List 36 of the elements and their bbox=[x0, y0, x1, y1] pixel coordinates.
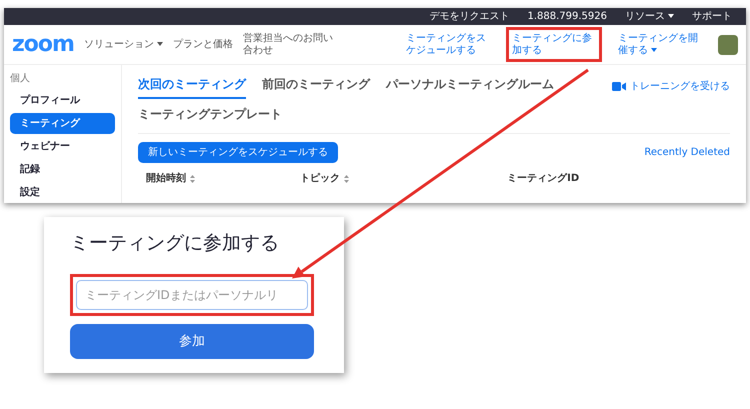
sidebar-item[interactable]: 記録 bbox=[10, 159, 115, 180]
meeting-id-input[interactable]: ミーティングIDまたはパーソナルリ bbox=[76, 280, 308, 310]
top-bar-link[interactable]: デモをリクエスト bbox=[429, 9, 510, 24]
avatar-placeholder[interactable] bbox=[718, 34, 738, 54]
tab[interactable]: 前回のミーティング bbox=[262, 71, 370, 99]
nav-link[interactable]: ミーティングに参加する bbox=[506, 27, 602, 62]
sidebar-item[interactable]: ミーティング bbox=[10, 113, 115, 134]
sidebar-item[interactable]: プロフィール bbox=[10, 90, 115, 111]
sort-icon[interactable] bbox=[344, 174, 349, 182]
top-bar-link[interactable]: リソース bbox=[625, 9, 674, 24]
caret-icon bbox=[668, 14, 674, 18]
join-meeting-title: ミーティングに参加する bbox=[70, 231, 280, 256]
nav-link[interactable]: プランと価格 bbox=[172, 38, 233, 50]
nav-link[interactable]: ミーティングをスケジュールする bbox=[400, 27, 496, 62]
tab[interactable]: ミーティングテンプレート bbox=[138, 101, 282, 129]
schedule-meeting-button[interactable]: 新しいミーティングをスケジュールする bbox=[138, 142, 338, 163]
video-camera-icon bbox=[612, 82, 626, 91]
recently-deleted-link[interactable]: Recently Deleted bbox=[644, 145, 730, 160]
sidebar-section-label: 個人 bbox=[10, 72, 31, 86]
join-button[interactable]: 参加 bbox=[70, 324, 314, 359]
top-bar-link[interactable]: サポート bbox=[692, 9, 732, 24]
caret-icon bbox=[651, 48, 657, 52]
training-link[interactable]: トレーニングを受ける bbox=[612, 79, 730, 94]
nav-link[interactable]: ミーティングを開催する bbox=[612, 27, 708, 62]
sort-icon[interactable] bbox=[190, 174, 195, 182]
nav-link[interactable]: ソリューション bbox=[84, 38, 163, 50]
column-header: ミーティングID bbox=[506, 172, 580, 186]
sidebar-item[interactable]: ウェビナー bbox=[10, 136, 115, 157]
caret-icon bbox=[156, 42, 163, 46]
tab[interactable]: 次回のミーティング bbox=[138, 71, 246, 99]
column-header[interactable]: トピック bbox=[292, 171, 349, 186]
sidebar-item[interactable]: 設定 bbox=[10, 182, 115, 203]
nav-link[interactable]: 営業担当へのお問い合わせ bbox=[242, 33, 339, 56]
top-bar-link[interactable]: 1.888.799.5926 bbox=[527, 9, 607, 24]
tab[interactable]: パーソナルミーティングルーム bbox=[386, 71, 554, 99]
column-header[interactable]: 開始時刻 bbox=[138, 171, 195, 186]
